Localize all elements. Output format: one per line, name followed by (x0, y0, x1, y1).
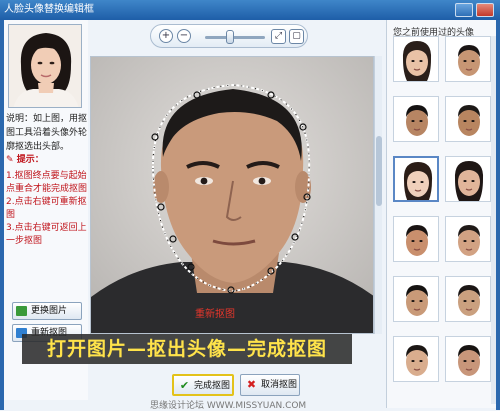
zoom-in-icon[interactable]: + (159, 29, 173, 43)
fit-screen-icon[interactable]: ⤢ (271, 29, 286, 44)
avatar-thumbnail[interactable] (445, 96, 491, 142)
avatar-thumbnail[interactable] (393, 156, 439, 202)
actual-size-icon[interactable]: ▢ (289, 29, 304, 44)
avatar-scrollbar[interactable] (491, 36, 496, 404)
avatar-thumbnail[interactable] (445, 36, 491, 82)
change-image-button[interactable]: 更换图片 (12, 302, 82, 320)
avatar-thumbnail[interactable] (445, 156, 491, 202)
canvas-scrollbar-thumb[interactable] (376, 136, 382, 206)
done-label: 完成抠图 (194, 381, 231, 391)
avatar-thumbnail[interactable] (393, 276, 439, 322)
avatar-thumbnail[interactable] (393, 96, 439, 142)
editing-canvas[interactable]: 重新抠图 (90, 56, 374, 334)
zoom-toolbar: + − ⤢ ▢ (150, 24, 308, 48)
redraw-hint: 重新抠图 (195, 309, 235, 320)
instruction-text: 说明：如上图，用抠图工具沿着头像外轮廓抠选出头部。 (6, 114, 88, 152)
done-button[interactable]: ✔ 完成抠图 (172, 374, 234, 396)
avatar-thumbnail[interactable] (393, 336, 439, 382)
avatar-thumbnail[interactable] (445, 276, 491, 322)
tutorial-caption: 打开图片—抠出头像—完成抠图 (22, 334, 352, 364)
image-icon (16, 306, 27, 316)
zoom-slider-track[interactable] (205, 36, 265, 39)
avatar-thumbnail[interactable] (445, 216, 491, 262)
tip-item: 3.点击右键可返回上一步抠图 (6, 223, 87, 246)
avatar-thumbnail[interactable] (393, 36, 439, 82)
window-title: 人脸头像替换编辑框 (4, 4, 94, 15)
cancel-button[interactable]: ✖ 取消抠图 (240, 374, 300, 396)
cancel-label: 取消抠图 (261, 380, 298, 390)
recent-avatars-panel: 您之前使用过的头像 (386, 20, 496, 408)
tip-item: 1.抠图终点要与起始点重合才能完成抠图 (6, 171, 88, 194)
portrait-preview (8, 24, 82, 108)
avatar-thumbnail[interactable] (445, 336, 491, 382)
change-image-label: 更换图片 (31, 306, 68, 316)
tips-title: ✎ 提示： (6, 155, 44, 165)
avatar-thumbnail[interactable] (393, 216, 439, 262)
minimize-button[interactable] (455, 3, 473, 17)
title-bar: 人脸头像替换编辑框 (0, 0, 500, 20)
tips-list: 1.抠图终点要与起始点重合才能完成抠图 2.点击右键可重新抠图 3.点击右键可返… (6, 170, 88, 248)
check-icon: ✔ (179, 379, 190, 392)
zoom-out-icon[interactable]: − (177, 29, 191, 43)
zoom-slider-knob[interactable] (226, 30, 234, 44)
window-frame-right (496, 20, 500, 410)
tip-item: 2.点击右键可重新抠图 (6, 197, 87, 220)
close-icon: ✖ (246, 378, 257, 391)
close-button[interactable] (476, 3, 494, 17)
canvas-scrollbar[interactable] (374, 56, 382, 334)
